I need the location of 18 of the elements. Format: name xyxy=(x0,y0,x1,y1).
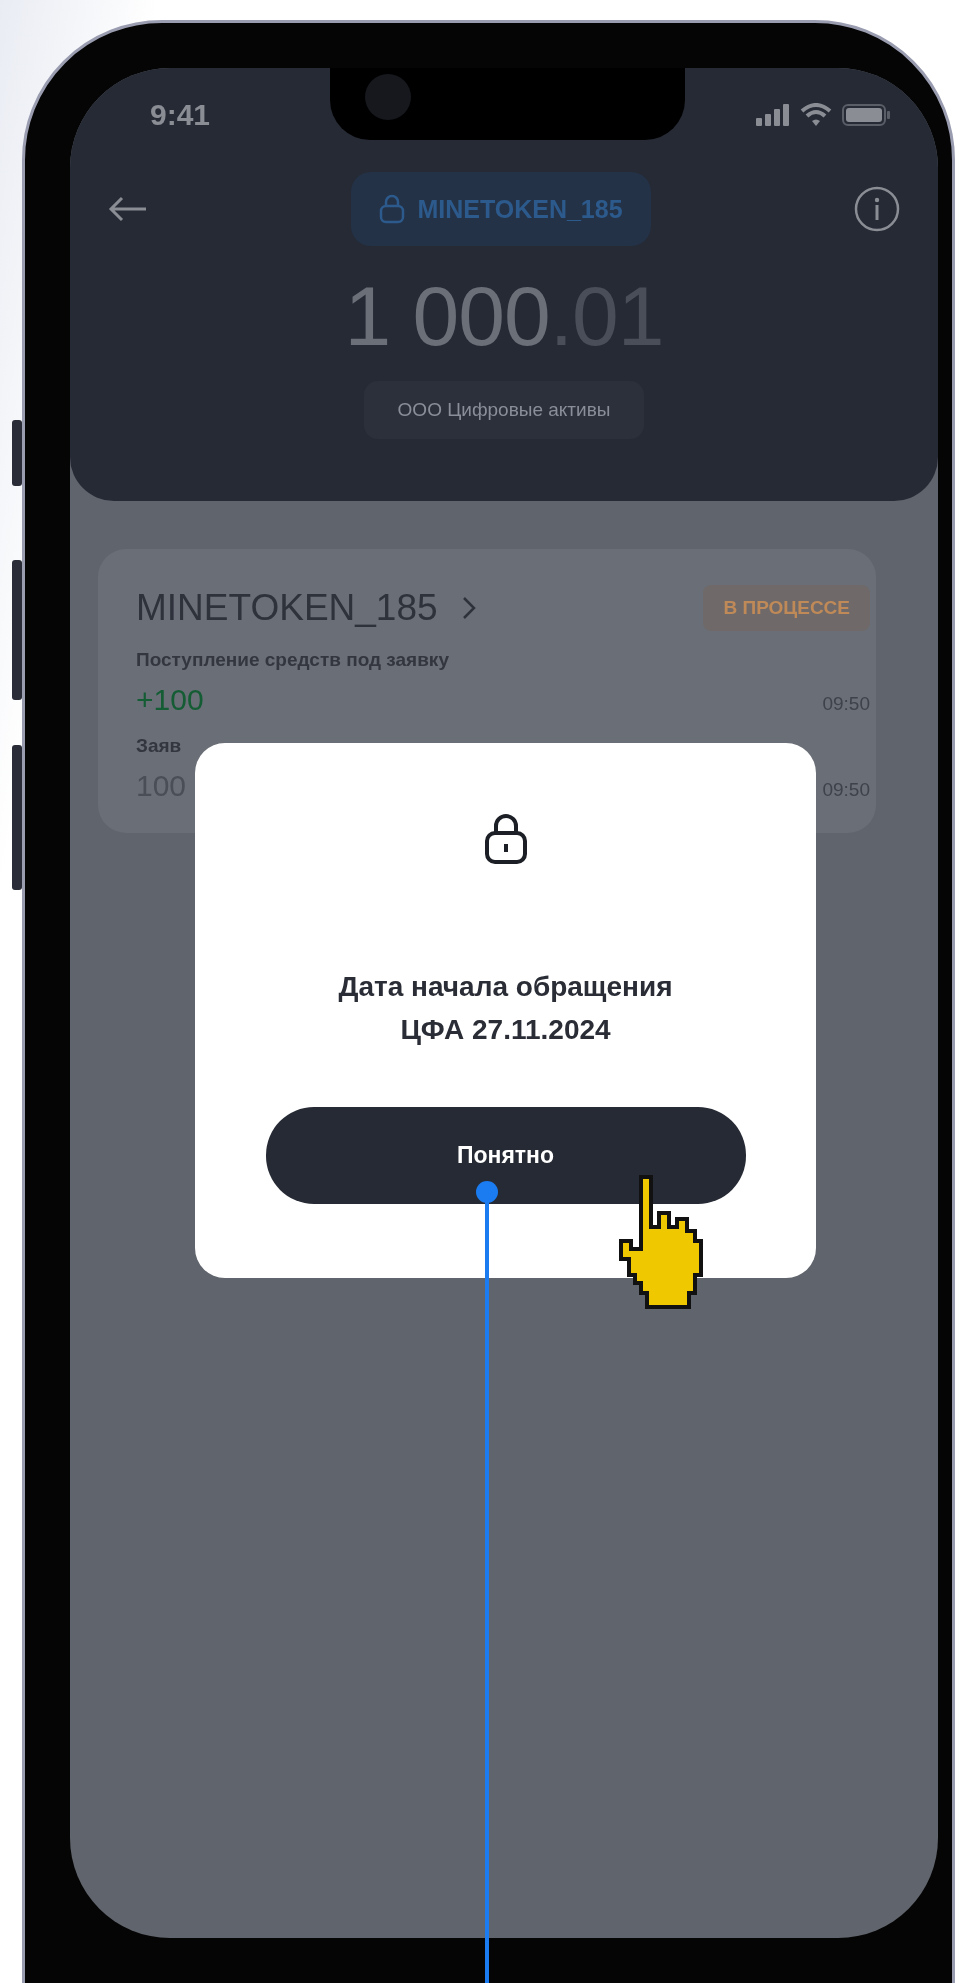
card-title: MINETOKEN_185 xyxy=(136,587,438,629)
row-amount: +100 xyxy=(136,683,204,717)
lock-icon xyxy=(379,194,406,224)
info-icon[interactable] xyxy=(854,186,900,232)
wifi-icon xyxy=(800,103,832,127)
row-label: Заяв xyxy=(136,735,183,757)
modal-message: Дата начала обращения ЦФА 27.11.2024 xyxy=(337,970,674,1048)
token-chip: MINETOKEN_185 xyxy=(351,172,651,246)
row-label: Поступление средств под заявку xyxy=(136,649,450,671)
signal-icon xyxy=(756,104,790,126)
status-time: 9:41 xyxy=(150,98,211,132)
confirm-button[interactable]: Понятно xyxy=(265,1106,746,1204)
battery-icon xyxy=(842,104,890,126)
chevron-right-icon[interactable] xyxy=(461,596,476,620)
lock-icon xyxy=(483,813,528,865)
issuer-label: ООО Цифровые активы xyxy=(363,381,645,439)
status-badge: В ПРОЦЕССЕ xyxy=(703,585,870,631)
back-arrow-icon[interactable] xyxy=(108,196,148,222)
